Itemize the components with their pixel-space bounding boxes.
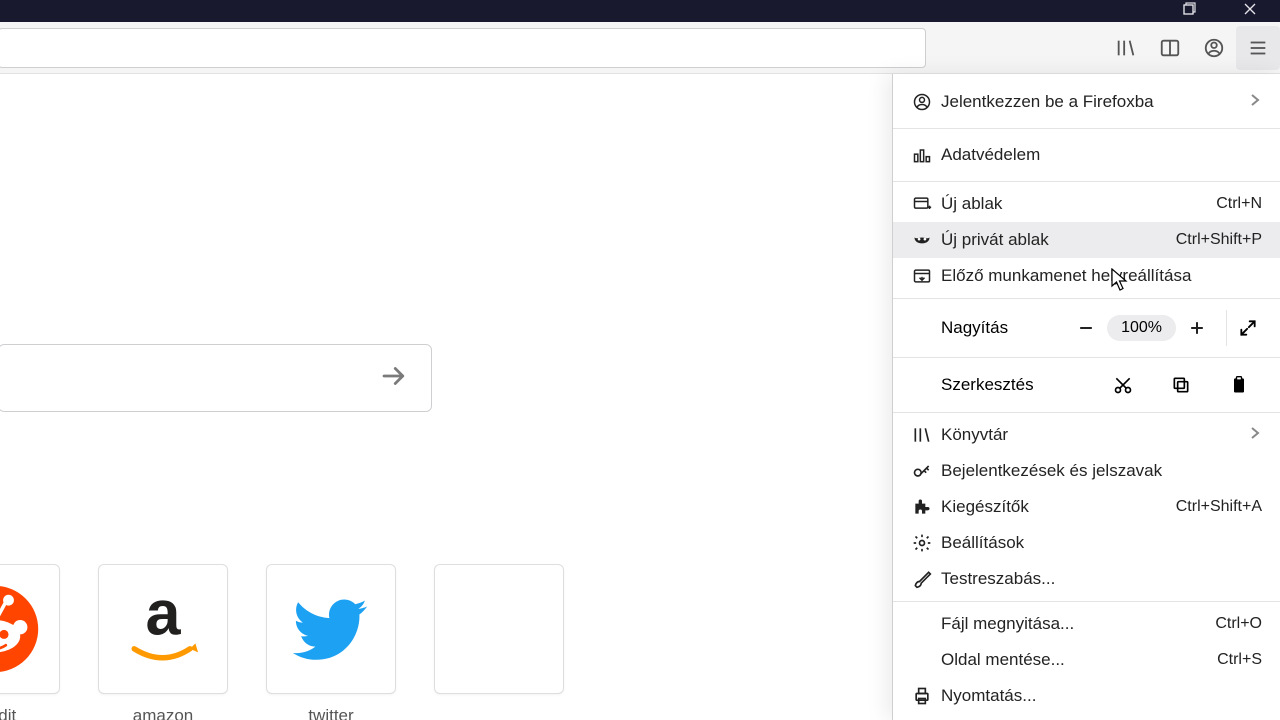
fullscreen-button[interactable]: [1226, 310, 1268, 346]
library-menu-icon: [907, 425, 937, 445]
url-bar[interactable]: [0, 28, 926, 68]
key-icon: [907, 461, 937, 481]
menu-edit-row: Szerkesztés: [893, 362, 1280, 408]
url-input[interactable]: [0, 29, 925, 67]
top-site-label: amazon: [133, 706, 193, 720]
menu-signin[interactable]: Jelentkezzen be a Firefoxba: [893, 80, 1280, 124]
content-area: reddit a amazon twitter Jelentkezzen be …: [0, 74, 1280, 720]
svg-text:a: a: [145, 584, 181, 648]
top-site-empty[interactable]: [434, 564, 564, 720]
top-site-label: twitter: [308, 706, 353, 720]
gear-icon: [907, 533, 937, 553]
search-submit-arrow-icon[interactable]: [379, 361, 409, 396]
menu-library[interactable]: Könyvtár: [893, 417, 1280, 453]
privacy-icon: [907, 145, 937, 165]
top-site-amazon[interactable]: a amazon: [98, 564, 228, 720]
menu-new-window[interactable]: Új ablak Ctrl+N: [893, 186, 1280, 222]
printer-icon: [907, 686, 937, 706]
menu-save-page[interactable]: Oldal mentése... Ctrl+S: [893, 642, 1280, 678]
app-menu: Jelentkezzen be a Firefoxba Adatvédelem …: [892, 74, 1280, 720]
menu-addons[interactable]: Kiegészítők Ctrl+Shift+A: [893, 489, 1280, 525]
new-window-icon: [907, 194, 937, 214]
browser-toolbar: [0, 22, 1280, 74]
menu-customize[interactable]: Testreszabás...: [893, 561, 1280, 597]
window-close-button[interactable]: [1220, 0, 1280, 18]
brush-icon: [907, 569, 937, 589]
menu-privacy[interactable]: Adatvédelem: [893, 133, 1280, 177]
library-icon[interactable]: [1104, 26, 1148, 70]
puzzle-icon: [907, 497, 937, 517]
menu-zoom-row: Nagyítás 100%: [893, 303, 1280, 353]
top-sites: reddit a amazon twitter: [0, 564, 564, 720]
menu-settings[interactable]: Beállítások: [893, 525, 1280, 561]
home-search-box[interactable]: [0, 344, 432, 412]
hamburger-menu-button[interactable]: [1236, 26, 1280, 70]
zoom-value[interactable]: 100%: [1107, 315, 1176, 341]
mask-icon: [907, 230, 937, 250]
menu-new-private-window[interactable]: Új privát ablak Ctrl+Shift+P: [893, 222, 1280, 258]
copy-button[interactable]: [1152, 367, 1210, 403]
chevron-right-icon: [1248, 425, 1262, 445]
top-site-label: reddit: [0, 706, 16, 720]
restore-icon: [907, 266, 937, 286]
paste-button[interactable]: [1210, 367, 1268, 403]
menu-open-file[interactable]: Fájl megnyitása... Ctrl+O: [893, 606, 1280, 642]
reader-view-icon[interactable]: [1148, 26, 1192, 70]
menu-restore-session[interactable]: Előző munkamenet helyreállítása: [893, 258, 1280, 294]
menu-logins[interactable]: Bejelentkezések és jelszavak: [893, 453, 1280, 489]
account-icon[interactable]: [1192, 26, 1236, 70]
window-titlebar: [0, 0, 1280, 22]
top-site-twitter[interactable]: twitter: [266, 564, 396, 720]
account-circle-icon: [907, 92, 937, 112]
cut-button[interactable]: [1094, 367, 1152, 403]
menu-print[interactable]: Nyomtatás...: [893, 678, 1280, 714]
chevron-right-icon: [1248, 92, 1262, 112]
window-maximize-button[interactable]: [1160, 0, 1220, 18]
zoom-out-button[interactable]: [1065, 310, 1107, 346]
zoom-in-button[interactable]: [1176, 310, 1218, 346]
top-site-reddit[interactable]: reddit: [0, 564, 60, 720]
